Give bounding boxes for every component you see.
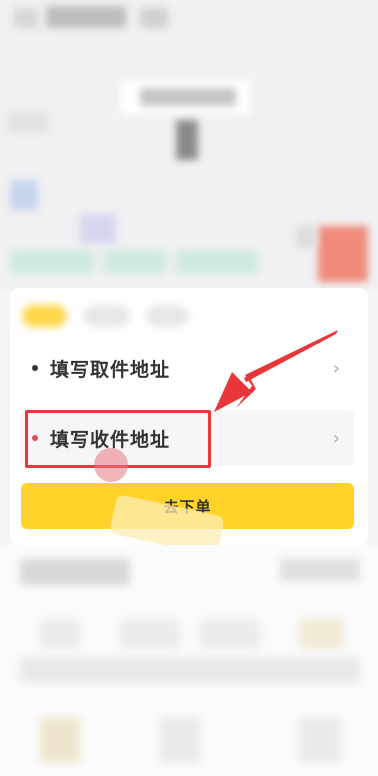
chevron-right-icon: › [332,428,340,449]
tab-3[interactable] [145,305,189,327]
chevron-right-icon: › [332,358,340,379]
pickup-address-row[interactable]: 填写取件地址 › [20,340,354,396]
blurred-bottom-area [0,545,378,776]
tab-active[interactable] [22,305,68,327]
pickup-address-label: 填写取件地址 [50,358,171,381]
pickup-dot [32,365,38,371]
service-tabs [22,300,189,332]
blurred-header-area [0,0,378,290]
touch-indicator [94,448,128,482]
tab-2[interactable] [83,305,130,327]
